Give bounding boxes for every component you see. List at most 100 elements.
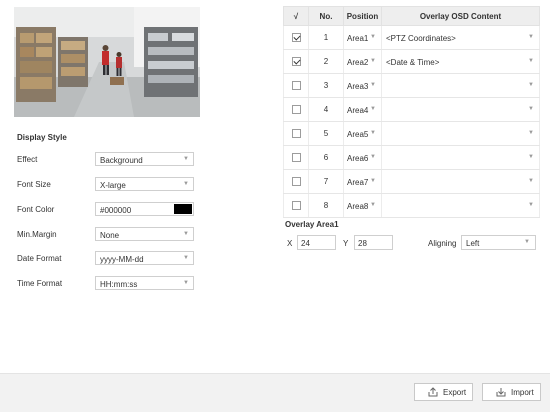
row-check-cell <box>283 145 309 170</box>
row-checkbox[interactable] <box>291 201 301 211</box>
table-header-row: √ No. Position Overlay OSD Content <box>283 6 540 26</box>
table-row: 3 Area3 ▼ ▼ <box>283 73 540 98</box>
row-position-select[interactable]: Area2 ▼ <box>343 49 382 74</box>
chevron-down-icon: ▼ <box>524 239 530 245</box>
chevron-down-icon: ▼ <box>370 178 376 184</box>
row-content-select[interactable]: ▼ <box>381 145 540 170</box>
osd-content-table: √ No. Position Overlay OSD Content 1 Area… <box>283 6 540 218</box>
row-position-select[interactable]: Area1 ▼ <box>343 25 382 50</box>
date-format-label: Date Format <box>17 254 62 263</box>
effect-row: Effect Background ▼ <box>17 152 197 167</box>
row-position-select[interactable]: Area6 ▼ <box>343 145 382 170</box>
row-checkbox[interactable] <box>291 129 301 139</box>
min-margin-select[interactable]: None ▼ <box>95 227 194 241</box>
chevron-down-icon: ▼ <box>183 156 189 162</box>
header-no: No. <box>308 6 344 26</box>
aligning-label: Aligning <box>428 239 457 248</box>
chevron-down-icon: ▼ <box>528 58 534 64</box>
time-format-label: Time Format <box>17 279 63 288</box>
row-check-cell <box>283 193 309 218</box>
chevron-down-icon: ▼ <box>370 130 376 136</box>
row-checkbox[interactable] <box>291 81 301 91</box>
row-content-value: <PTZ Coordinates> <box>386 34 456 43</box>
row-content-select[interactable]: ▼ <box>381 193 540 218</box>
aligning-select[interactable]: Left ▼ <box>461 235 536 250</box>
min-margin-row: Min.Margin None ▼ <box>17 227 197 242</box>
row-check-cell <box>283 49 309 74</box>
row-checkbox[interactable] <box>291 33 301 43</box>
time-format-value: HH:mm:ss <box>100 280 138 289</box>
row-content-select[interactable]: ▼ <box>381 73 540 98</box>
font-size-row: Font Size X-large ▼ <box>17 177 197 192</box>
header-check[interactable]: √ <box>283 6 309 26</box>
row-position-value: Area4 <box>347 106 369 115</box>
osd-table-body: 1 Area1 ▼ <PTZ Coordinates> ▼ 2 Area2 ▼ <Date & … <box>283 25 540 218</box>
table-row: 4 Area4 ▼ ▼ <box>283 97 540 122</box>
overlay-area-title: Overlay Area1 <box>285 220 339 229</box>
row-number: 2 <box>308 49 344 74</box>
export-label: Export <box>443 388 467 397</box>
date-format-value: yyyy-MM-dd <box>100 255 144 264</box>
row-check-cell <box>283 73 309 98</box>
chevron-down-icon: ▼ <box>528 154 534 160</box>
header-content: Overlay OSD Content <box>381 6 540 26</box>
font-color-row: Font Color #000000 <box>17 202 197 217</box>
row-position-select[interactable]: Area3 ▼ <box>343 73 382 98</box>
chevron-down-icon: ▼ <box>528 106 534 112</box>
row-checkbox[interactable] <box>291 153 301 163</box>
y-input[interactable]: 28 <box>354 235 393 250</box>
row-position-value: Area2 <box>347 58 369 67</box>
row-checkbox[interactable] <box>291 177 301 187</box>
time-format-row: Time Format HH:mm:ss ▼ <box>17 276 197 291</box>
effect-select[interactable]: Background ▼ <box>95 152 194 166</box>
row-position-select[interactable]: Area7 ▼ <box>343 169 382 194</box>
row-checkbox[interactable] <box>291 105 301 115</box>
export-button[interactable]: Export <box>414 383 473 401</box>
font-color-input[interactable]: #000000 <box>95 202 194 216</box>
display-style-title: Display Style <box>17 133 67 142</box>
chevron-down-icon: ▼ <box>528 82 534 88</box>
row-position-value: Area8 <box>347 202 369 211</box>
y-value: 28 <box>358 239 367 248</box>
import-button[interactable]: Import <box>482 383 541 401</box>
row-number: 5 <box>308 121 344 146</box>
row-position-value: Area5 <box>347 130 369 139</box>
x-label: X <box>287 239 293 248</box>
row-position-value: Area3 <box>347 82 369 91</box>
y-label: Y <box>343 239 349 248</box>
date-format-select[interactable]: yyyy-MM-dd ▼ <box>95 251 194 265</box>
row-position-select[interactable]: Area8 ▼ <box>343 193 382 218</box>
row-content-select[interactable]: <PTZ Coordinates> ▼ <box>381 25 540 50</box>
row-content-select[interactable]: ▼ <box>381 169 540 194</box>
chevron-down-icon: ▼ <box>370 154 376 160</box>
row-number: 4 <box>308 97 344 122</box>
table-row: 1 Area1 ▼ <PTZ Coordinates> ▼ <box>283 25 540 50</box>
camera-preview-image <box>14 7 200 117</box>
time-format-select[interactable]: HH:mm:ss ▼ <box>95 276 194 290</box>
row-position-select[interactable]: Area4 ▼ <box>343 97 382 122</box>
row-check-cell <box>283 97 309 122</box>
row-check-cell <box>283 121 309 146</box>
font-color-swatch[interactable] <box>174 204 192 214</box>
chevron-down-icon: ▼ <box>370 82 376 88</box>
effect-value: Background <box>100 156 143 165</box>
row-position-value: Area6 <box>347 154 369 163</box>
row-number: 1 <box>308 25 344 50</box>
x-input[interactable]: 24 <box>297 235 336 250</box>
row-content-select[interactable]: <Date & Time> ▼ <box>381 49 540 74</box>
table-row: 8 Area8 ▼ ▼ <box>283 193 540 218</box>
row-number: 3 <box>308 73 344 98</box>
font-size-select[interactable]: X-large ▼ <box>95 177 194 191</box>
row-content-select[interactable]: ▼ <box>381 97 540 122</box>
row-number: 7 <box>308 169 344 194</box>
font-size-label: Font Size <box>17 180 51 189</box>
aligning-value: Left <box>466 239 480 248</box>
footer-bar: Export Import <box>0 373 550 412</box>
chevron-down-icon: ▼ <box>370 106 376 112</box>
row-content-select[interactable]: ▼ <box>381 121 540 146</box>
date-format-row: Date Format yyyy-MM-dd ▼ <box>17 251 197 266</box>
row-position-select[interactable]: Area5 ▼ <box>343 121 382 146</box>
chevron-down-icon: ▼ <box>528 178 534 184</box>
row-checkbox[interactable] <box>291 57 301 67</box>
row-content-value: <Date & Time> <box>386 58 440 67</box>
